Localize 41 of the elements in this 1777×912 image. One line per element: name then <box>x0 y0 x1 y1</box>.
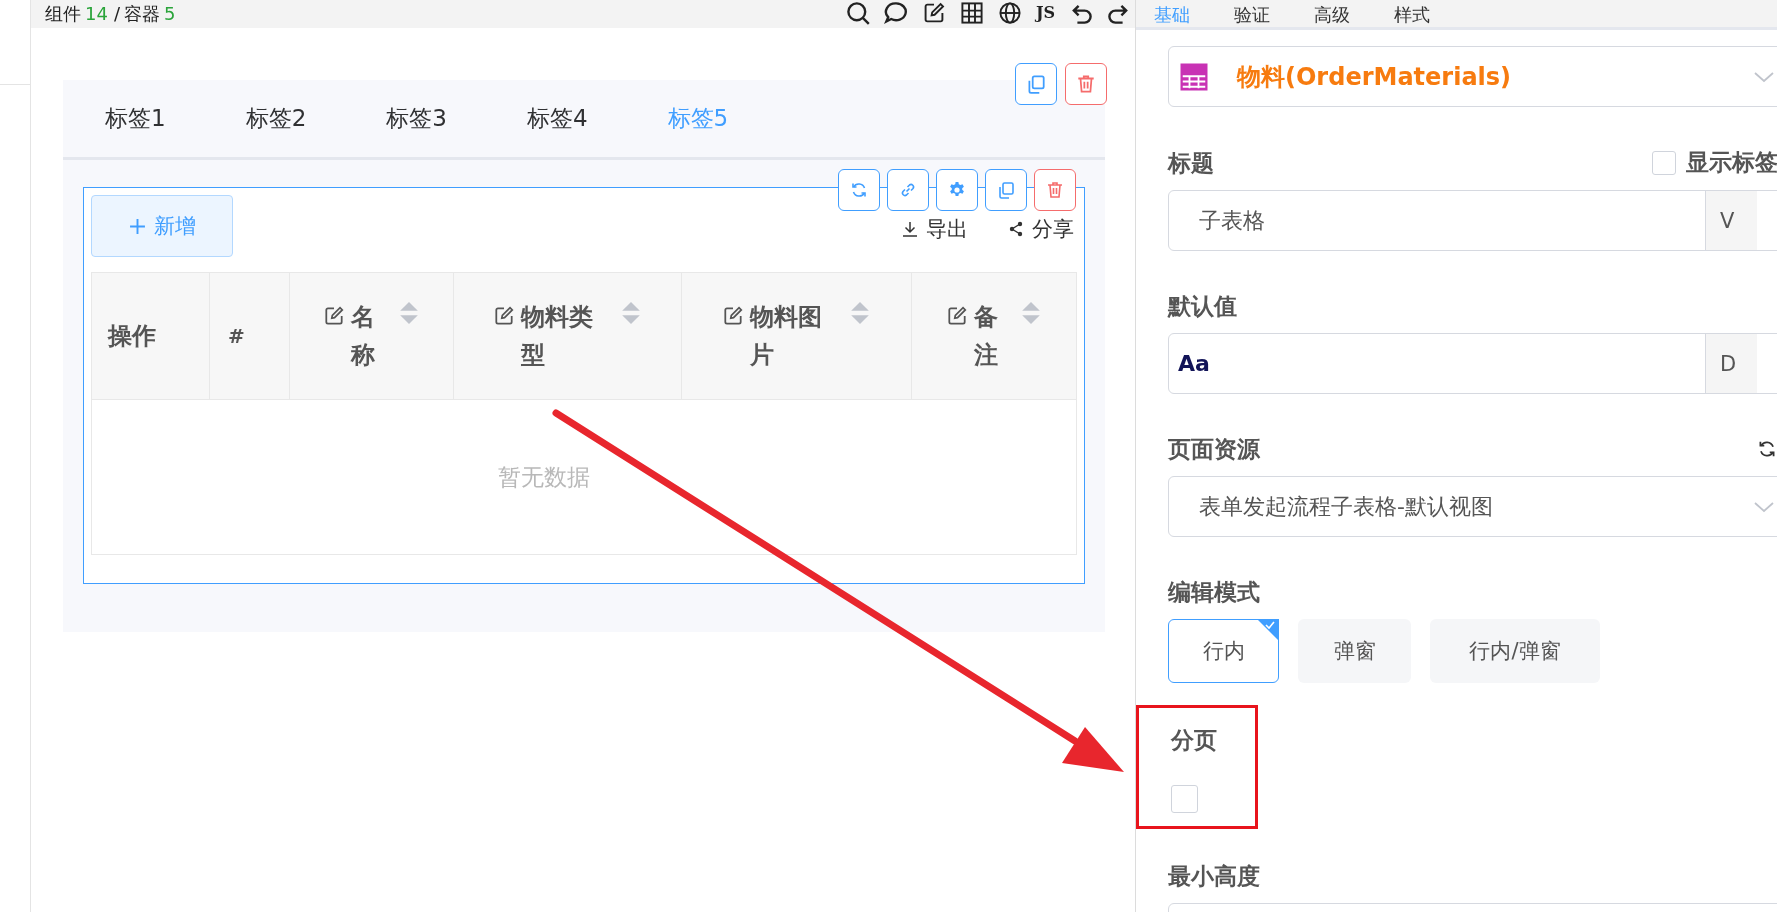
title-field[interactable]: 子表格 V <box>1168 190 1777 251</box>
tab[interactable]: 样式 <box>1394 3 1430 27</box>
field-value: 子表格 <box>1198 206 1266 235</box>
select-value: 表单发起流程子表格-默认视图 <box>1198 492 1494 521</box>
option-button[interactable]: 弹窗 <box>1298 619 1411 683</box>
js-button[interactable]: JS <box>1035 2 1055 24</box>
count-value: 5 <box>164 2 176 26</box>
count-label: 组件 <box>45 2 81 26</box>
export-link[interactable]: 导出 <box>902 215 968 243</box>
page-resource-select[interactable]: 表单发起流程子表格-默认视图 <box>1168 476 1777 537</box>
addon-button[interactable]: V <box>1705 191 1757 250</box>
option-button[interactable]: 行内 <box>1168 619 1279 683</box>
checkbox-label: 显示标签 <box>1686 148 1777 177</box>
select-value: 物料(OrderMaterials) <box>1237 61 1513 93</box>
share-link[interactable]: 分享 <box>1008 215 1074 243</box>
default-value-field[interactable]: Aa D <box>1168 333 1777 394</box>
separator: / <box>113 2 120 26</box>
field-value: Aa <box>1177 351 1211 376</box>
empty-text: 暂无数据 <box>498 462 590 492</box>
tab[interactable]: 高级 <box>1314 3 1350 27</box>
tab[interactable]: 标签4 <box>496 103 618 134</box>
addon-button[interactable]: D <box>1705 334 1757 393</box>
column-title: 操作 <box>108 321 156 352</box>
column-title: 物料图片 <box>749 302 823 371</box>
count-value: 14 <box>85 2 108 26</box>
tab[interactable]: 标签3 <box>356 103 477 134</box>
field-label: 页面资源 <box>1168 435 1260 464</box>
column-title: # <box>228 323 245 350</box>
field-label: 最小高度 <box>1168 862 1261 891</box>
tab[interactable]: 验证 <box>1234 3 1270 27</box>
field-label: 编辑模式 <box>1168 578 1261 607</box>
column-title: 备注 <box>973 302 999 371</box>
option-button[interactable]: 行内/弹窗 <box>1430 619 1600 683</box>
column-title: 名称 <box>351 302 377 371</box>
column-title: 物料类型 <box>520 302 594 371</box>
field-label: 分页 <box>1171 726 1218 755</box>
field-label: 默认值 <box>1168 292 1238 321</box>
tab[interactable]: 标签2 <box>215 103 337 134</box>
field-label: 标题 <box>1168 148 1214 178</box>
tab[interactable]: 标签1 <box>75 103 196 134</box>
count-label: 容器 <box>124 2 160 26</box>
